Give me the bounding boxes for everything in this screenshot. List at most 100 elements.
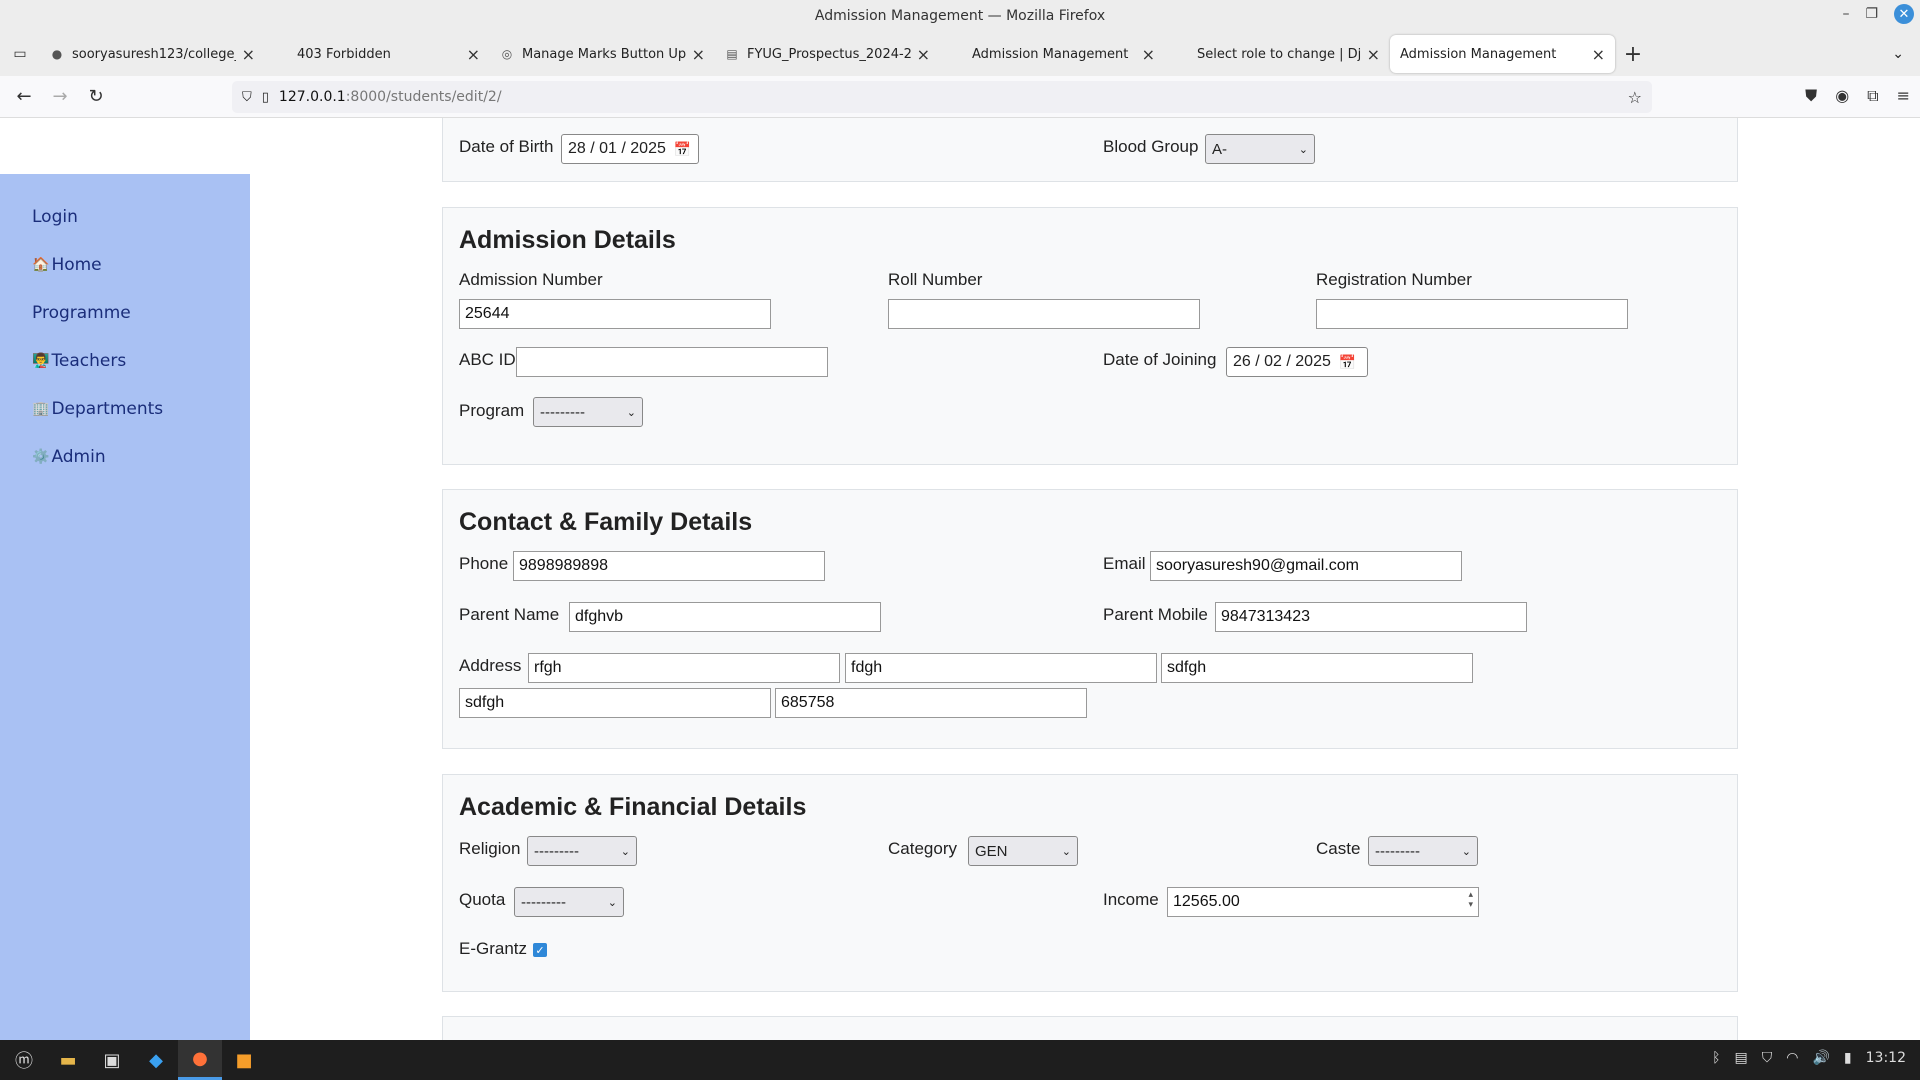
quota-select[interactable]: --------- ⌄	[514, 887, 624, 917]
sidebar-item-login[interactable]: Login	[32, 207, 78, 227]
gear-icon: ⚙️	[32, 449, 50, 465]
personal-details-card: Date of Birth 28 / 01 / 2025 📅 Blood Grou…	[442, 118, 1738, 182]
address-line-4-input[interactable]	[459, 688, 771, 718]
tab-close-icon[interactable]: ×	[917, 45, 930, 64]
firefox-icon[interactable]: ●	[178, 1040, 222, 1080]
address-line-2-input[interactable]	[845, 653, 1157, 683]
wifi-icon[interactable]: ◠	[1786, 1050, 1798, 1066]
address-line-3-input[interactable]	[1161, 653, 1473, 683]
forward-icon[interactable]: →	[42, 86, 78, 107]
building-icon: 🏢	[32, 401, 50, 417]
email-label: Email	[1103, 554, 1146, 573]
number-spinner-icon[interactable]: ▴ ▾	[1468, 890, 1473, 910]
program-select[interactable]: --------- ⌄	[533, 397, 643, 427]
new-tab-button[interactable]: +	[1615, 42, 1651, 67]
extensions-icon[interactable]: ⧉	[1867, 86, 1878, 106]
quota-label: Quota	[459, 890, 506, 909]
files-icon[interactable]: ▬	[46, 1040, 90, 1080]
maximize-icon[interactable]: ❐	[1865, 6, 1878, 22]
terminal-icon[interactable]: ▣	[90, 1040, 134, 1080]
close-window-icon[interactable]: ✕	[1894, 4, 1914, 24]
chatgpt-icon: ◎	[501, 47, 513, 61]
sidebar-item-home[interactable]: 🏠 Home	[32, 255, 102, 275]
blood-group-label: Blood Group	[1103, 137, 1199, 156]
date-of-joining-input[interactable]: 26 / 02 / 2025 📅	[1226, 347, 1368, 377]
url-path: :8000/students/edit/2/	[345, 89, 502, 105]
section-title: Admission Details	[459, 226, 676, 254]
chevron-down-icon[interactable]: ⌄	[1892, 46, 1904, 62]
roll-number-input[interactable]	[888, 299, 1200, 329]
clock[interactable]: 13:12	[1866, 1050, 1906, 1066]
next-section-card	[442, 1016, 1738, 1040]
tab-forbidden[interactable]: 403 Forbidden ×	[265, 35, 490, 73]
registration-number-input[interactable]	[1316, 299, 1628, 329]
calendar-icon[interactable]: 📅	[674, 141, 691, 158]
page-info-icon[interactable]: ▯	[262, 90, 269, 105]
chevron-down-icon: ⌄	[626, 406, 636, 419]
mint-menu-icon[interactable]: ⓜ	[2, 1040, 46, 1080]
volume-icon[interactable]: 🔊	[1812, 1050, 1829, 1066]
sublime-icon[interactable]: ■	[222, 1040, 266, 1080]
shield-icon[interactable]: ⛉	[1762, 1050, 1773, 1066]
email-input[interactable]	[1150, 551, 1462, 581]
tab-close-icon[interactable]: ×	[1367, 45, 1380, 64]
bluetooth-icon[interactable]: ᛒ	[1712, 1050, 1720, 1066]
sidebar-item-admin[interactable]: ⚙️ Admin	[32, 447, 106, 467]
caste-select[interactable]: --------- ⌄	[1368, 836, 1478, 866]
chevron-down-icon: ⌄	[1461, 845, 1471, 858]
back-icon[interactable]: ←	[6, 86, 42, 107]
sidebar-item-programme[interactable]: Programme	[32, 303, 131, 323]
url-bar[interactable]: ⛉ ▯ 127.0.0.1:8000/students/edit/2/ ☆	[232, 81, 1652, 113]
tab-list-icon[interactable]: ▭	[0, 46, 40, 62]
tab-manage-marks[interactable]: ◎ Manage Marks Button Upda ×	[490, 35, 715, 73]
menu-icon[interactable]: ≡	[1897, 86, 1910, 106]
calendar-icon[interactable]: 📅	[1339, 354, 1356, 371]
category-select[interactable]: GEN ⌄	[968, 836, 1078, 866]
sidebar: Login 🏠 Home Programme 👨‍🏫 Teachers 🏢 Depar…	[0, 174, 250, 1040]
dob-date-input[interactable]: 28 / 01 / 2025 📅	[561, 134, 699, 164]
phone-input[interactable]	[513, 551, 825, 581]
religion-select[interactable]: --------- ⌄	[527, 836, 637, 866]
minimize-icon[interactable]: –	[1842, 6, 1849, 22]
account-icon[interactable]: ◉	[1835, 86, 1849, 106]
tab-close-icon[interactable]: ×	[1142, 45, 1155, 64]
admission-number-label: Admission Number	[459, 270, 603, 289]
bookmark-star-icon[interactable]: ☆	[1628, 88, 1642, 107]
sidebar-item-teachers[interactable]: 👨‍🏫 Teachers	[32, 351, 126, 371]
pocket-icon[interactable]: ⛊	[1805, 86, 1817, 106]
tab-close-icon[interactable]: ×	[242, 45, 255, 64]
income-input[interactable]	[1167, 887, 1479, 917]
tab-admission-1[interactable]: Admission Management ×	[940, 35, 1165, 73]
parent-name-input[interactable]	[569, 602, 881, 632]
tab-close-icon[interactable]: ×	[467, 45, 480, 64]
reload-icon[interactable]: ↻	[78, 86, 114, 107]
address-pincode-input[interactable]	[775, 688, 1087, 718]
tab-close-icon[interactable]: ×	[692, 45, 705, 64]
dob-label: Date of Birth	[459, 137, 554, 156]
tab-bar: ▭ ●sooryasuresh123/college_ad× 403 Forbi…	[0, 32, 1920, 76]
tab-django-role[interactable]: Select role to change | Django si×	[1165, 35, 1390, 73]
taskbar: ⓜ ▬ ▣ ◆ ● ■ ᛒ ▤ ⛉ ◠ 🔊 ▮ 13:12	[0, 1040, 1920, 1080]
egrantz-checkbox[interactable]: ✓	[533, 943, 547, 957]
blood-group-select[interactable]: A- ⌄	[1205, 134, 1315, 164]
shield-icon[interactable]: ⛉	[242, 90, 252, 105]
tab-admission-active[interactable]: Admission Management ×	[1390, 35, 1615, 73]
clipboard-icon[interactable]: ▤	[1735, 1050, 1748, 1066]
window-controls: – ❐ ✕	[1842, 4, 1914, 24]
tab-close-icon[interactable]: ×	[1592, 45, 1605, 64]
tab-prospectus[interactable]: ▤FYUG_Prospectus_2024-25.p×	[715, 35, 940, 73]
address-line-1-input[interactable]	[528, 653, 840, 683]
tab-github[interactable]: ●sooryasuresh123/college_ad×	[40, 35, 265, 73]
section-title: Contact & Family Details	[459, 508, 753, 536]
admission-number-input[interactable]	[459, 299, 771, 329]
blank-page-icon	[950, 47, 964, 61]
parent-name-label: Parent Name	[459, 605, 560, 624]
date-of-joining-label: Date of Joining	[1103, 350, 1217, 369]
abc-id-input[interactable]	[516, 347, 828, 377]
sidebar-item-departments[interactable]: 🏢 Departments	[32, 399, 163, 419]
battery-icon[interactable]: ▮	[1844, 1050, 1852, 1066]
checkmark-icon: ✓	[535, 943, 545, 957]
parent-mobile-input[interactable]	[1215, 602, 1527, 632]
income-number-field: ▴▾	[1167, 887, 1479, 917]
vscode-icon[interactable]: ◆	[134, 1040, 178, 1080]
